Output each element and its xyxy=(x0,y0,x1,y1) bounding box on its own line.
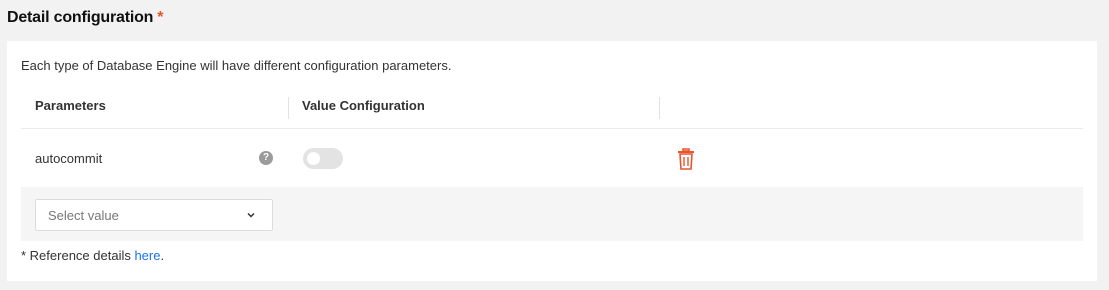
question-circle-icon[interactable]: ? xyxy=(259,151,273,165)
config-card: Each type of Database Engine will have d… xyxy=(7,41,1097,281)
reference-details: * Reference details here. xyxy=(21,248,164,263)
required-mark: * xyxy=(157,9,164,26)
table-row: autocommit ? xyxy=(21,129,1083,187)
toggle-knob xyxy=(307,152,320,165)
reference-prefix: * Reference details xyxy=(21,248,135,263)
value-select-area: Select value xyxy=(21,187,1083,241)
parameter-name: autocommit xyxy=(35,151,103,166)
card-description: Each type of Database Engine will have d… xyxy=(21,58,452,73)
column-separator xyxy=(659,97,660,119)
trash-icon xyxy=(678,148,694,170)
parameters-table: Parameters Value Configuration autocommi… xyxy=(21,95,1083,187)
section-title-text: Detail configuration xyxy=(7,9,154,26)
chevron-down-icon xyxy=(247,212,255,218)
header-parameters: Parameters xyxy=(35,98,106,113)
reference-suffix: . xyxy=(160,248,165,263)
header-value-configuration: Value Configuration xyxy=(302,98,425,113)
reference-link[interactable]: here xyxy=(134,248,160,263)
delete-button[interactable] xyxy=(677,148,695,170)
column-separator xyxy=(288,97,289,119)
autocommit-toggle[interactable] xyxy=(303,148,343,169)
value-select[interactable]: Select value xyxy=(35,199,273,231)
section-title: Detail configuration * xyxy=(7,9,163,27)
select-placeholder: Select value xyxy=(48,208,119,223)
table-header: Parameters Value Configuration xyxy=(21,95,1083,129)
